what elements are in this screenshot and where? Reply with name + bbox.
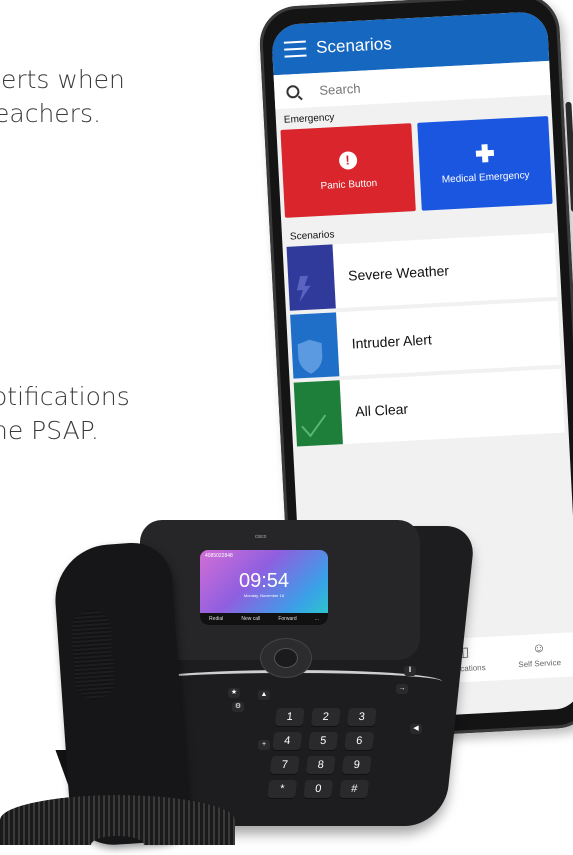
search-icon <box>286 84 300 99</box>
medical-emergency-label: Medical Emergency <box>441 169 530 186</box>
coiled-cord <box>0 795 235 845</box>
panic-button-label: Panic Button <box>320 177 378 192</box>
softkey-new-call[interactable]: New call <box>241 616 260 622</box>
star-key[interactable]: ★ <box>228 688 240 698</box>
copy-line: lerts when <box>0 65 125 94</box>
softkey-forward[interactable]: Forward <box>278 616 296 622</box>
search-input[interactable] <box>316 71 502 99</box>
key-9[interactable]: 9 <box>341 756 372 774</box>
softkey-more[interactable]: ... <box>315 616 319 622</box>
key-0[interactable]: 0 <box>303 780 334 798</box>
shield-icon <box>290 312 340 379</box>
voicemail-key[interactable]: ▲ <box>258 690 270 700</box>
scenario-all-clear[interactable]: All Clear <box>293 368 565 447</box>
key-1[interactable]: 1 <box>274 708 305 726</box>
key-8[interactable]: 8 <box>305 756 336 774</box>
hold-key[interactable]: ‖ <box>404 666 416 676</box>
medical-emergency-button[interactable]: Medical Emergency <box>417 115 553 211</box>
checkmark-icon <box>293 380 343 447</box>
display-date: Monday, November 16 <box>243 593 285 598</box>
scenario-label: Severe Weather <box>347 262 450 284</box>
brand-logo: cisco <box>255 534 267 540</box>
emergency-tiles: ! Panic Button Medical Emergency <box>276 115 556 218</box>
display-clock: 09:54 <box>238 570 290 592</box>
copy-line: otifications <box>0 382 130 411</box>
dial-keypad: 1 2 3 4 5 6 7 8 9 * 0 # <box>267 708 377 798</box>
key-7[interactable]: 7 <box>269 756 300 774</box>
volume-key[interactable]: ◀ <box>410 724 422 734</box>
scenario-list: Severe Weather Intruder Alert All Clear <box>283 232 569 447</box>
settings-icon[interactable]: ⚙ <box>232 702 244 712</box>
key-3[interactable]: 3 <box>346 708 377 726</box>
display-number: 4085022848 <box>205 553 233 559</box>
key-5[interactable]: 5 <box>308 732 339 750</box>
softkey-redial[interactable]: Redial <box>209 616 223 622</box>
marketing-copy-top: lerts when eachers. <box>0 63 125 131</box>
marketing-copy-bottom: otifications he PSAP. <box>0 380 130 448</box>
copy-line: eachers. <box>0 99 101 128</box>
scenario-severe-weather[interactable]: Severe Weather <box>286 232 558 311</box>
alert-icon: ! <box>338 150 358 170</box>
app-title: Scenarios <box>315 34 393 57</box>
transfer-key[interactable]: → <box>396 684 408 694</box>
lightning-icon <box>286 244 336 311</box>
person-icon: ☺ <box>531 639 546 656</box>
volume-up-key[interactable]: + <box>258 740 270 750</box>
nav-self-service[interactable]: ☺ Self Service <box>507 633 571 680</box>
key-4[interactable]: 4 <box>272 732 303 750</box>
scenario-intruder-alert[interactable]: Intruder Alert <box>290 300 562 379</box>
key-2[interactable]: 2 <box>310 708 341 726</box>
key-star[interactable]: * <box>267 780 298 798</box>
phone-display: 4085022848 09:54 Monday, November 16 Red… <box>200 550 328 625</box>
medical-cross-icon <box>475 143 494 162</box>
desk-ip-phone: cisco 4085022848 09:54 Monday, November … <box>0 520 476 855</box>
key-hash[interactable]: # <box>339 780 370 798</box>
key-6[interactable]: 6 <box>344 732 375 750</box>
scenario-label: All Clear <box>354 400 409 420</box>
speaker-grille <box>70 608 117 702</box>
nav-label: Self Service <box>518 658 562 670</box>
scenario-label: Intruder Alert <box>351 331 433 352</box>
copy-line: he PSAP. <box>0 416 99 445</box>
menu-icon[interactable] <box>283 40 307 58</box>
select-button[interactable] <box>274 648 298 668</box>
panic-button[interactable]: ! Panic Button <box>280 123 416 218</box>
display-softkeys: Redial New call Forward ... <box>200 613 328 625</box>
